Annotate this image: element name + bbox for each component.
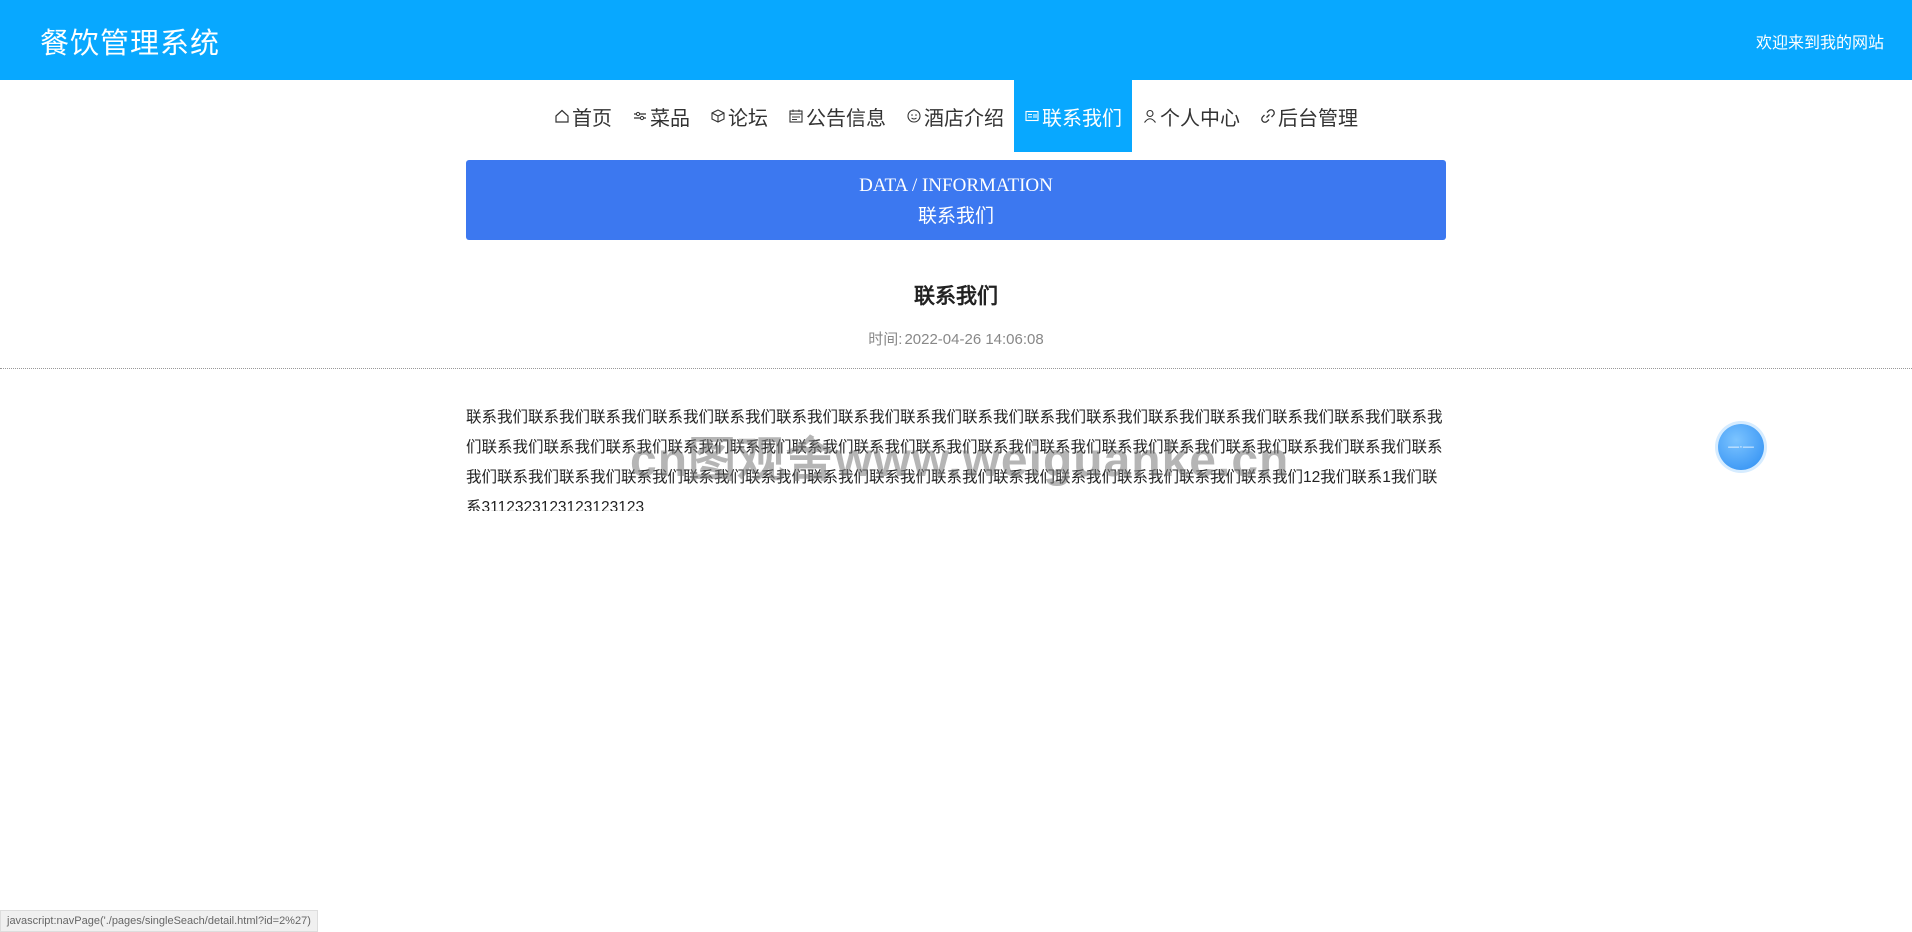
site-title: 餐饮管理系统 [40, 28, 221, 60]
link-icon [1260, 108, 1276, 124]
user-icon [1142, 108, 1158, 124]
nav-item-hotel-intro[interactable]: 酒店介绍 [896, 80, 1014, 152]
contact-card-icon [1024, 108, 1040, 124]
banner-english-title: DATA / INFORMATION [859, 175, 1053, 196]
nav-label: 首页 [572, 107, 612, 130]
nav-item-admin[interactable]: 后台管理 [1250, 80, 1368, 152]
welcome-text: 欢迎来到我的网站 [1755, 35, 1884, 52]
divider [0, 368, 1912, 369]
dashes-icon: —·— [1728, 441, 1754, 453]
nav-item-dishes[interactable]: 菜品 [622, 80, 700, 152]
top-header: 餐饮管理系统 欢迎来到我的网站 [0, 0, 1912, 80]
article-body: 联系我们联系我们联系我们联系我们联系我们联系我们联系我们联系我们联系我们联系我们… [466, 409, 1443, 511]
nav-item-user-center[interactable]: 个人中心 [1132, 80, 1250, 152]
nav-item-announcements[interactable]: 公告信息 [778, 80, 896, 152]
cube-icon [710, 108, 726, 124]
browser-status-bar: javascript:navPage('./pages/singleSeach/… [0, 910, 318, 932]
nav-label: 公告信息 [806, 107, 886, 130]
smile-icon [906, 108, 922, 124]
nav-label: 酒店介绍 [924, 107, 1004, 130]
time-label: 时间: [868, 331, 903, 348]
nav-label: 后台管理 [1278, 107, 1358, 130]
sliders-icon [632, 108, 648, 124]
article-time: 时间: 2022-04-26 14:06:08 [466, 328, 1446, 349]
nav-item-forum[interactable]: 论坛 [700, 80, 778, 152]
calendar-icon [788, 108, 804, 124]
time-value: 2022-04-26 14:06:08 [904, 331, 1044, 348]
article-title: 联系我们 [914, 285, 998, 308]
nav-label: 菜品 [650, 107, 690, 130]
nav-label: 联系我们 [1042, 107, 1122, 130]
nav-label: 个人中心 [1160, 107, 1240, 130]
nav-item-contact[interactable]: 联系我们 [1014, 80, 1132, 152]
section-banner: DATA / INFORMATION 联系我们 [466, 160, 1446, 240]
main-nav: 首页 菜品 论坛 公告信息 酒店介绍 联系我们 个人中心 后台管理 [0, 80, 1912, 152]
nav-item-home[interactable]: 首页 [544, 80, 622, 152]
banner-chinese-title: 联系我们 [917, 206, 994, 227]
nav-label: 论坛 [728, 107, 768, 130]
home-icon [554, 108, 570, 124]
floating-action-button[interactable]: —·— [1718, 424, 1764, 470]
